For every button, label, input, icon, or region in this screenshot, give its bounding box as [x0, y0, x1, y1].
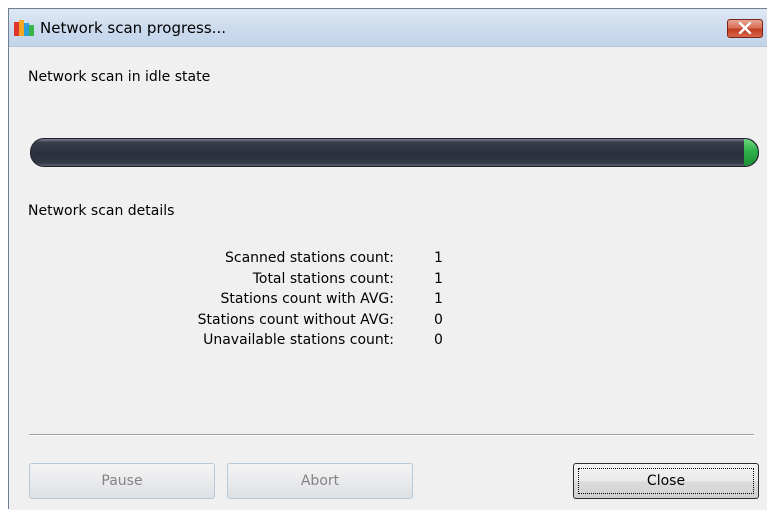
stat-label: Total stations count: — [252, 270, 394, 287]
window-title: Network scan progress... — [40, 19, 226, 37]
stat-label: Stations count without AVG: — [197, 311, 394, 328]
stat-value: 1 — [434, 250, 443, 266]
close-button[interactable]: Close — [573, 463, 759, 499]
abort-button[interactable]: Abort — [227, 463, 413, 499]
title-bar[interactable]: Network scan progress... — [9, 9, 767, 47]
window-close-button[interactable] — [727, 19, 763, 38]
dialog-content: Network scan in idle state Network scan … — [9, 47, 767, 510]
stat-value: 0 — [434, 332, 443, 348]
stat-value: 0 — [434, 311, 443, 328]
stat-value: 1 — [434, 291, 443, 307]
focus-ring — [578, 468, 754, 494]
stat-value: 1 — [434, 270, 443, 287]
close-icon — [738, 19, 752, 38]
scan-progress-bar — [30, 138, 759, 167]
network-scan-dialog: Network scan progress... Network scan in… — [8, 8, 767, 510]
pause-button[interactable]: Pause — [29, 463, 215, 499]
stat-label: Scanned stations count: — [225, 250, 394, 266]
stat-row-without-avg: Stations count without AVG: 0 — [9, 312, 767, 333]
stat-row-unavailable: Unavailable stations count: 0 — [9, 332, 767, 353]
stat-label: Stations count with AVG: — [220, 291, 394, 307]
divider — [29, 434, 754, 436]
avg-logo-icon — [14, 20, 34, 38]
stat-label: Unavailable stations count: — [203, 332, 394, 348]
scan-status-text: Network scan in idle state — [28, 69, 211, 85]
scan-stats-table: Scanned stations count: 1 Total stations… — [9, 250, 767, 353]
scan-progress-fill — [744, 139, 758, 166]
scan-details-heading: Network scan details — [28, 203, 175, 219]
stat-row-total: Total stations count: 1 — [9, 271, 767, 292]
stat-row-with-avg: Stations count with AVG: 1 — [9, 291, 767, 312]
stat-row-scanned: Scanned stations count: 1 — [9, 250, 767, 271]
